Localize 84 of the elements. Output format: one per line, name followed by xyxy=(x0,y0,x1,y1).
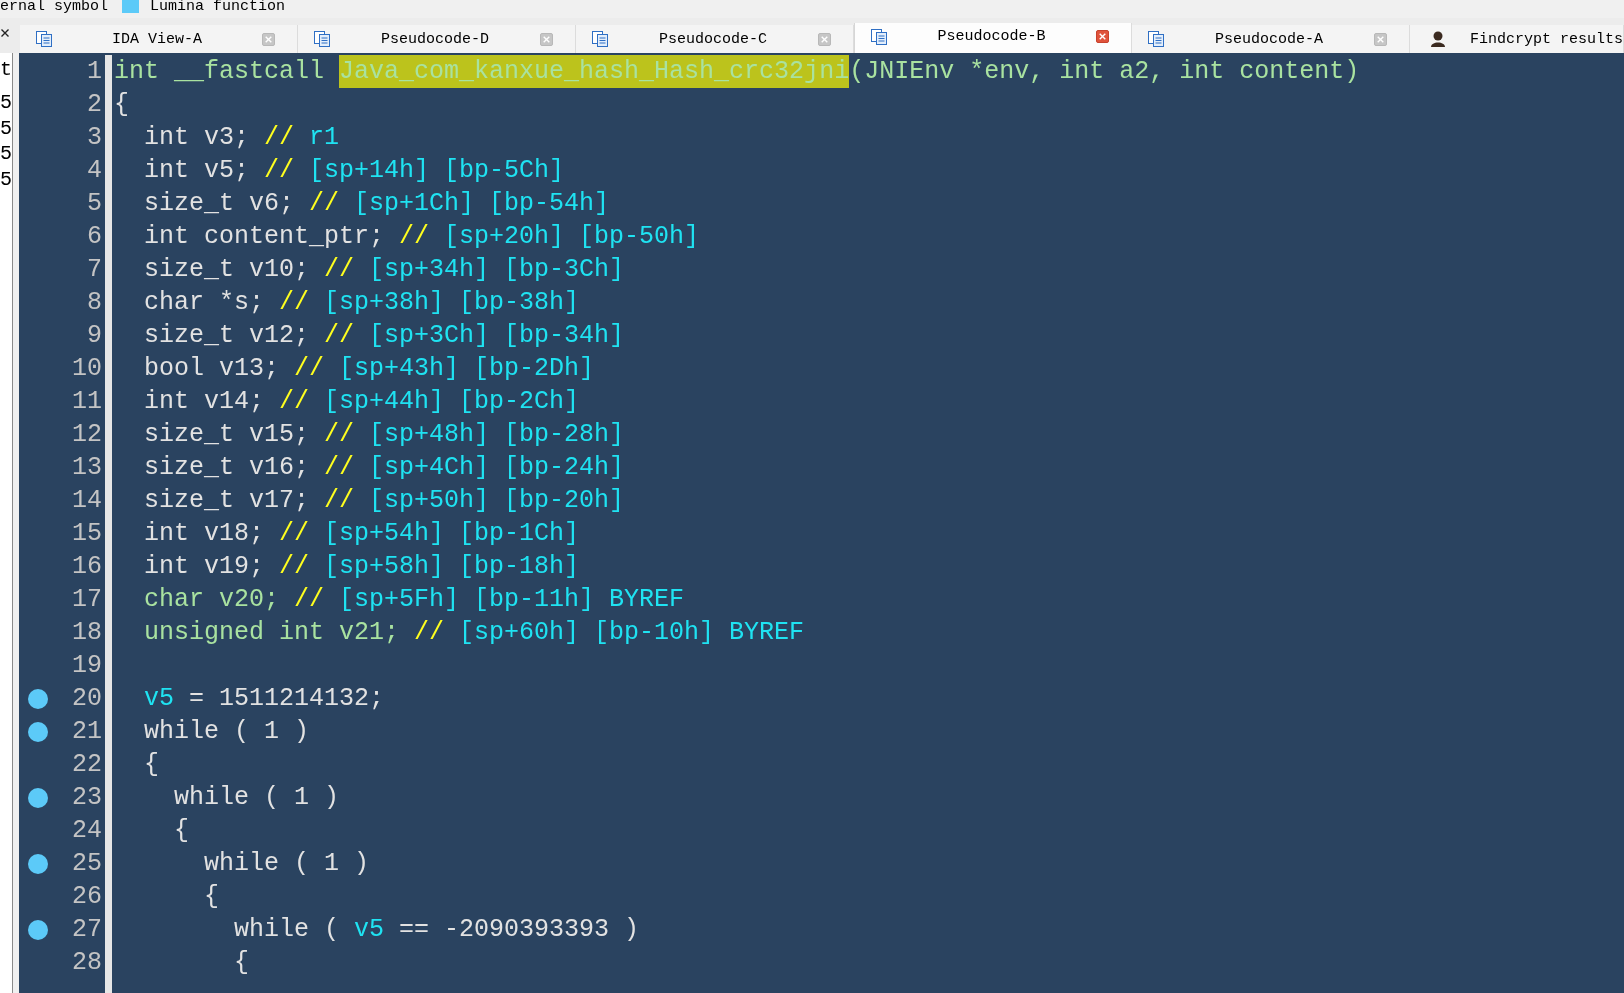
line-number: 19 xyxy=(72,650,102,681)
document-icon xyxy=(1148,31,1164,47)
tab[interactable]: Pseudocode-A xyxy=(1132,25,1410,53)
line-number: 2 xyxy=(87,89,102,120)
code-line: char v20; // [sp+5Fh] [bp-11h] BYREF xyxy=(144,584,685,616)
code-line: { xyxy=(204,881,219,913)
side-panel-text: t xyxy=(0,57,12,83)
line-number: 16 xyxy=(72,551,102,582)
breakpoint-dot-icon[interactable] xyxy=(28,853,48,874)
code-line: size_t v12; // [sp+3Ch] [bp-34h] xyxy=(144,320,625,352)
line-number: 24 xyxy=(72,815,102,846)
line-number: 14 xyxy=(72,485,102,516)
code-line: size_t v10; // [sp+34h] [bp-3Ch] xyxy=(144,254,625,286)
line-number: 28 xyxy=(72,947,102,978)
code-line: size_t v16; // [sp+4Ch] [bp-24h] xyxy=(144,452,625,484)
code-line: bool v13; // [sp+43h] [bp-2Dh] xyxy=(144,353,595,385)
code-line: size_t v15; // [sp+48h] [bp-28h] xyxy=(144,419,625,451)
breakpoint-dot-icon[interactable] xyxy=(28,688,48,709)
code-line: int __fastcall Java_com_kanxue_hash_Hash_crc32jni(JNIEnv *env, int a2, int content) xyxy=(114,55,1360,88)
line-number: 27 xyxy=(72,914,102,945)
line-number: 18 xyxy=(72,617,102,648)
code-line: unsigned int v21; // [sp+60h] [bp-10h] BYREF xyxy=(144,617,805,649)
side-panel-text: 5 xyxy=(0,115,12,141)
line-number: 22 xyxy=(72,749,102,780)
tab[interactable]: Pseudocode-B xyxy=(854,23,1132,53)
code-line: size_t v17; // [sp+50h] [bp-20h] xyxy=(144,485,625,517)
tab[interactable]: IDA View-A xyxy=(20,25,298,53)
close-icon xyxy=(543,35,550,43)
line-number: 4 xyxy=(87,155,102,186)
side-panel-text: 5 xyxy=(0,166,12,192)
close-tab-button[interactable] xyxy=(1096,30,1109,43)
line-number: 21 xyxy=(72,716,102,747)
code-line: while ( v5 == -2090393393 ) xyxy=(234,914,640,946)
tab[interactable]: Pseudocode-C xyxy=(576,25,854,53)
close-icon xyxy=(1377,35,1384,43)
code-line: { xyxy=(114,89,129,121)
side-panel-text: 5 xyxy=(0,90,12,116)
line-number: 26 xyxy=(72,881,102,912)
line-number: 1 xyxy=(87,56,102,87)
code-line: { xyxy=(174,815,189,847)
line-number: 6 xyxy=(87,221,102,252)
code-line: while ( 1 ) xyxy=(204,848,370,880)
tab[interactable]: Findcrypt results xyxy=(1410,25,1624,53)
side-panel-text: 5 xyxy=(0,141,12,167)
line-number: 8 xyxy=(87,287,102,318)
breakpoint-dot-icon[interactable] xyxy=(28,919,48,940)
code-line: while ( 1 ) xyxy=(144,716,310,748)
line-number: 15 xyxy=(72,518,102,549)
close-icon xyxy=(821,35,828,43)
line-number: 9 xyxy=(87,320,102,351)
line-number: 5 xyxy=(87,188,102,219)
code-line: v5 = 1511214132; xyxy=(144,683,385,715)
document-icon xyxy=(592,31,608,47)
line-number: 12 xyxy=(72,419,102,450)
code-line: int v18; // [sp+54h] [bp-1Ch] xyxy=(144,518,580,550)
line-number: 13 xyxy=(72,452,102,483)
document-icon xyxy=(314,31,330,47)
line-number: 10 xyxy=(72,353,102,384)
breakpoint-dot-icon[interactable] xyxy=(28,721,48,742)
close-icon[interactable] xyxy=(1,29,9,37)
line-number: 23 xyxy=(72,782,102,813)
line-number: 11 xyxy=(72,386,102,417)
breakpoint-dot-icon[interactable] xyxy=(28,787,48,808)
code-line: int content_ptr; // [sp+20h] [bp-50h] xyxy=(144,221,700,253)
line-number: 20 xyxy=(72,683,102,714)
document-icon xyxy=(871,28,887,45)
code-line: while ( 1 ) xyxy=(174,782,340,814)
code-line: { xyxy=(144,749,159,781)
line-number: 17 xyxy=(72,584,102,615)
person-silhouette-icon xyxy=(1430,31,1446,47)
line-number: 3 xyxy=(87,122,102,153)
code-line: int v19; // [sp+58h] [bp-18h] xyxy=(144,551,580,583)
code-line: size_t v6; // [sp+1Ch] [bp-54h] xyxy=(144,188,610,220)
line-number: 7 xyxy=(87,254,102,285)
code-line: { xyxy=(234,947,250,979)
code-line: int v14; // [sp+44h] [bp-2Ch] xyxy=(144,386,580,418)
code-line: char *s; // [sp+38h] [bp-38h] xyxy=(144,287,580,319)
close-icon xyxy=(265,35,272,43)
tab[interactable]: Pseudocode-D xyxy=(298,25,576,53)
close-icon xyxy=(1099,33,1106,40)
code-line: int v3; // r1 xyxy=(144,122,340,154)
line-number: 25 xyxy=(72,848,102,879)
document-icon xyxy=(36,31,52,47)
code-line: int v5; // [sp+14h] [bp-5Ch] xyxy=(144,155,565,187)
